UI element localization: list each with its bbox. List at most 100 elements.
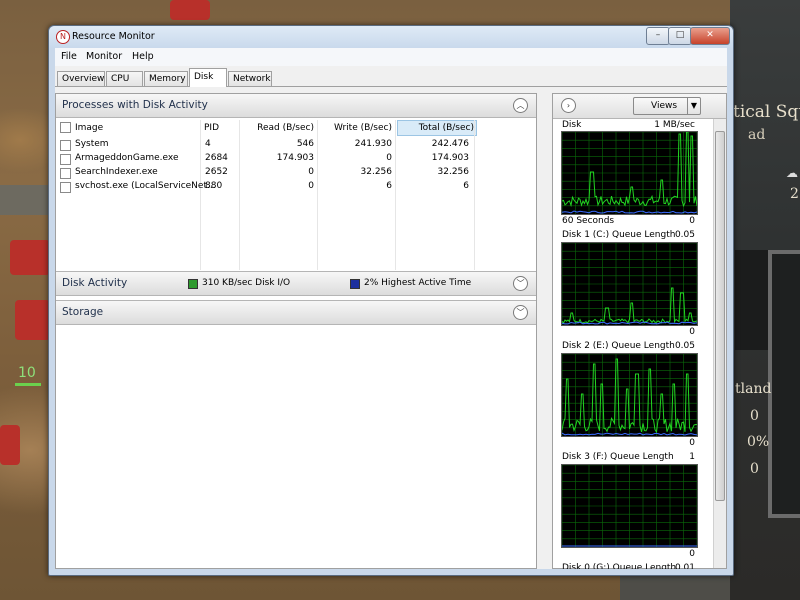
column-header-total[interactable]: Total (B/sec) — [397, 120, 477, 136]
table-row[interactable]: System 4 546 241.930 242.476 — [56, 138, 536, 151]
cell-total: 32.256 — [437, 167, 470, 177]
game-frame — [735, 250, 769, 350]
cell-pid: 880 — [205, 181, 223, 191]
cell-image: System — [75, 139, 109, 149]
active-time-text: 2% Highest Active Time — [364, 278, 472, 288]
graph-max: 0.05 — [674, 341, 695, 351]
cell-image: svchost.exe (LocalServiceNet... — [75, 181, 216, 191]
collapse-pane-arrow-icon[interactable]: › — [561, 98, 576, 113]
graph-max: 0.05 — [674, 230, 695, 240]
table-row[interactable]: svchost.exe (LocalServiceNet... 880 0 6 … — [56, 180, 536, 193]
processes-section-title: Processes with Disk Activity — [62, 99, 208, 111]
game-panel-title: tical Squ — [733, 102, 800, 122]
game-unit — [170, 0, 210, 20]
game-road — [0, 185, 50, 215]
column-header-pid[interactable]: PID — [204, 121, 219, 135]
disk-activity-title: Disk Activity — [62, 277, 128, 289]
resource-monitor-window: N Resource Monitor – □ ✕ File Monitor He… — [48, 25, 734, 576]
game-stat: 0% — [747, 434, 770, 450]
tab-memory[interactable]: Memory — [144, 71, 188, 86]
table-row[interactable]: SearchIndexer.exe 2652 0 32.256 32.256 — [56, 166, 536, 179]
disk-graph — [561, 131, 698, 215]
row-checkbox[interactable] — [60, 154, 71, 165]
game-stat: 2 — [790, 186, 799, 202]
graphs-scrollbar[interactable] — [713, 119, 726, 568]
graphs-pane-header: › Views ▼ — [553, 94, 726, 119]
row-checkbox[interactable] — [60, 168, 71, 179]
cell-read: 0 — [308, 181, 314, 191]
storage-title: Storage — [62, 306, 104, 318]
tab-disk[interactable]: Disk — [189, 68, 227, 87]
game-unit-health-bar — [15, 383, 41, 386]
window-client: File Monitor Help Overview CPU Memory Di… — [55, 48, 727, 569]
column-header-image[interactable]: Image — [75, 121, 103, 135]
expand-chevron-icon[interactable]: ﹀ — [513, 276, 528, 291]
cell-read: 546 — [296, 139, 314, 149]
graph-label: Disk 0 (G:) Queue Length — [562, 563, 677, 569]
table-row[interactable]: ArmageddonGame.exe 2684 174.903 0 174.90… — [56, 152, 536, 165]
details-pane: Processes with Disk Activity ︿ Image PID… — [55, 93, 537, 569]
column-header-read[interactable]: Read (B/sec) — [242, 121, 314, 135]
tab-bar: Overview CPU Memory Disk Network — [55, 68, 727, 87]
graph-label: Disk 3 (F:) Queue Length — [562, 452, 674, 462]
cell-total: 174.903 — [431, 153, 469, 163]
cell-total: 242.476 — [431, 139, 469, 149]
views-label: Views — [651, 101, 678, 111]
tab-cpu[interactable]: CPU — [106, 71, 143, 86]
menu-monitor[interactable]: Monitor — [86, 51, 122, 62]
minimize-button[interactable]: – — [646, 27, 670, 45]
storage-section-header[interactable]: Storage ﹀ — [56, 300, 536, 325]
menu-bar: File Monitor Help — [55, 48, 727, 66]
cell-read: 174.903 — [276, 153, 314, 163]
graph-max: 1 — [689, 452, 695, 462]
chevron-down-icon: ▼ — [687, 98, 700, 114]
graph-max: 1 MB/sec — [654, 120, 695, 130]
cell-pid: 2684 — [205, 153, 228, 163]
graph-label: Disk 1 (C:) Queue Length — [562, 230, 676, 240]
cell-pid: 2652 — [205, 167, 228, 177]
expand-chevron-icon[interactable]: ﹀ — [513, 305, 528, 320]
views-dropdown[interactable]: Views ▼ — [633, 97, 701, 115]
resource-monitor-icon: N — [56, 30, 70, 44]
graph-footer-right: 0 — [689, 438, 695, 448]
cell-write: 32.256 — [360, 167, 393, 177]
game-stat: 0 — [750, 408, 759, 424]
disk-activity-section-header[interactable]: Disk Activity 310 KB/sec Disk I/O 2% Hig… — [56, 271, 536, 296]
row-checkbox[interactable] — [60, 140, 71, 151]
cell-write: 6 — [386, 181, 392, 191]
active-time-legend-swatch — [350, 279, 360, 289]
graph-footer-right: 0 — [689, 549, 695, 559]
game-cloud-icon: ☁ — [786, 166, 798, 180]
cell-image: SearchIndexer.exe — [75, 167, 158, 177]
tab-network[interactable]: Network — [228, 71, 272, 86]
game-panel-subtitle: ad — [748, 127, 766, 143]
graph-footer-right: 0 — [689, 216, 695, 226]
graph-footer-right: 0 — [689, 327, 695, 337]
collapse-chevron-icon[interactable]: ︿ — [513, 98, 528, 113]
title-bar[interactable]: N Resource Monitor – □ ✕ — [49, 26, 733, 48]
processes-section-header[interactable]: Processes with Disk Activity ︿ — [56, 94, 536, 118]
disk-io-text: 310 KB/sec Disk I/O — [202, 278, 291, 288]
graph-label: Disk 2 (E:) Queue Length — [562, 341, 675, 351]
row-checkbox[interactable] — [60, 182, 71, 193]
graphs-pane: › Views ▼ Disk 1 MB/sec 60 Seconds 0 Dis… — [552, 93, 727, 569]
cell-write: 241.930 — [354, 139, 392, 149]
game-unit-count: 10 — [18, 365, 36, 381]
game-unit — [15, 300, 50, 340]
column-header-write[interactable]: Write (B/sec) — [320, 121, 392, 135]
close-button[interactable]: ✕ — [690, 27, 730, 45]
window-title: Resource Monitor — [72, 31, 155, 42]
disk-io-legend-swatch — [188, 279, 198, 289]
menu-help[interactable]: Help — [132, 51, 154, 62]
menu-file[interactable]: File — [61, 51, 77, 62]
maximize-button[interactable]: □ — [668, 27, 692, 45]
graph-max: 0.01 — [674, 563, 695, 569]
graph-footer-left: 60 Seconds — [562, 216, 615, 226]
scrollbar-thumb[interactable] — [715, 131, 725, 501]
game-stat-label: tland — [735, 381, 772, 397]
game-unit — [0, 425, 20, 465]
select-all-checkbox[interactable] — [60, 122, 71, 133]
tab-overview[interactable]: Overview — [57, 71, 105, 86]
game-unit — [10, 240, 50, 275]
game-stat: 0 — [750, 461, 759, 477]
